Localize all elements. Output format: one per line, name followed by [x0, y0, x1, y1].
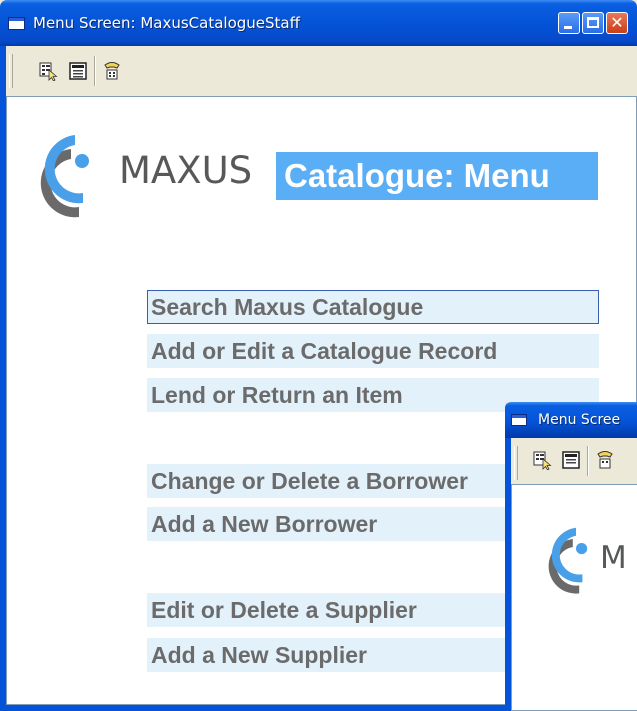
window-title: Menu Screen: MaxusCatalogueStaff	[33, 14, 300, 32]
second-window-title: Menu Scree	[538, 412, 621, 428]
select-record-icon	[39, 62, 58, 81]
form-view-button[interactable]	[561, 450, 581, 470]
form-view-icon	[562, 451, 580, 469]
menu-item-search-catalogue[interactable]: Search Maxus Catalogue	[147, 290, 599, 324]
close-button[interactable]: ✕	[606, 12, 628, 34]
second-window-title-bar[interactable]: Menu Scree	[505, 402, 637, 438]
toolbar	[6, 46, 637, 96]
brand-name-partial: M	[600, 540, 627, 576]
minimize-button[interactable]	[558, 12, 580, 34]
toolbar-separator	[94, 56, 96, 86]
page-title: Catalogue: Menu	[276, 152, 598, 200]
form-view-button[interactable]	[68, 61, 88, 81]
select-record-button[interactable]	[39, 61, 59, 81]
help-button[interactable]	[102, 61, 122, 81]
maximize-icon	[587, 17, 599, 28]
help-phone-icon	[104, 62, 120, 80]
minimize-icon	[564, 26, 572, 29]
maxus-logo-icon	[40, 135, 89, 218]
window-app-icon	[8, 17, 25, 30]
menu-item-edit-catalogue-record[interactable]: Add or Edit a Catalogue Record	[147, 334, 599, 368]
second-window-toolbar	[511, 438, 637, 484]
toolbar-grip[interactable]	[9, 54, 13, 88]
maxus-logo-icon	[548, 527, 588, 594]
second-window-form-area: M	[511, 484, 637, 711]
brand-name: MAXUS	[119, 149, 253, 192]
window-app-icon	[511, 414, 527, 426]
close-icon: ✕	[610, 13, 624, 32]
second-window[interactable]: Menu Scree M	[505, 402, 637, 711]
form-view-icon	[69, 62, 87, 80]
help-phone-icon	[597, 451, 613, 469]
toolbar-grip[interactable]	[514, 446, 518, 480]
select-record-icon	[533, 451, 552, 470]
toolbar-separator	[587, 446, 589, 476]
select-record-button[interactable]	[533, 450, 553, 470]
title-bar[interactable]: Menu Screen: MaxusCatalogueStaff ✕	[0, 0, 637, 46]
help-button[interactable]	[595, 450, 615, 470]
maximize-button[interactable]	[582, 12, 604, 34]
